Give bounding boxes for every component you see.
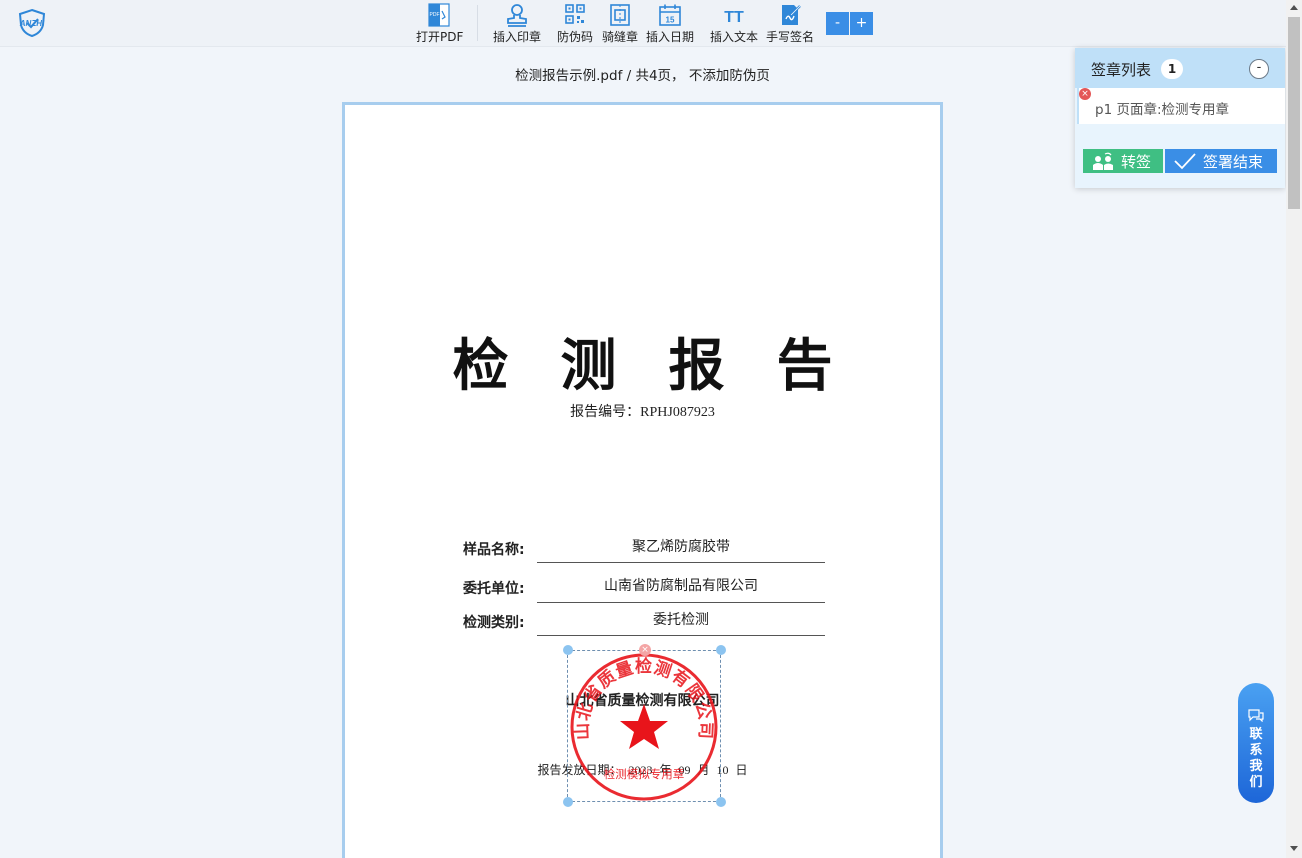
pdf-file-icon: PDF xyxy=(427,3,453,27)
insert-date-button[interactable]: 15 插入日期 xyxy=(646,3,694,45)
seam-seal-icon xyxy=(607,3,633,27)
panel-collapse-button[interactable]: - xyxy=(1249,59,1269,79)
sample-name-label: 样品名称: xyxy=(463,542,525,558)
anzhi-logo: ANZHI xyxy=(12,8,52,38)
insert-text-label: 插入文本 xyxy=(710,30,759,44)
stamp-icon xyxy=(504,3,530,27)
toolbar-divider xyxy=(477,5,478,41)
stamp-delete-button[interactable]: × xyxy=(639,644,651,656)
signature-panel-title: 签章列表 xyxy=(1091,61,1152,79)
insert-seal-label: 插入印章 xyxy=(493,30,542,44)
toolbar: ANZHI PDF 打开PDF 插入印章 防伪码 骑缝章 15 插入日期 TT … xyxy=(0,0,1286,47)
open-pdf-label: 打开PDF xyxy=(416,30,464,44)
anti-fake-code-button[interactable]: 防伪码 xyxy=(557,3,593,45)
finish-sign-button[interactable]: 签署结束 xyxy=(1165,149,1277,173)
signature-count-badge: 1 xyxy=(1161,59,1183,79)
zoom-in-button[interactable]: + xyxy=(850,12,873,35)
resize-handle-bottom-left[interactable] xyxy=(563,797,573,807)
field-row-client: 委托单位: 山南省防腐制品有限公司 xyxy=(463,572,825,603)
client-label: 委托单位: xyxy=(463,581,525,597)
svg-text:15: 15 xyxy=(666,16,675,25)
client-value: 山南省防腐制品有限公司 xyxy=(537,572,825,603)
field-row-test-type: 检测类别: 委托检测 xyxy=(463,606,825,636)
handwritten-signature-button[interactable]: 手写签名 xyxy=(766,3,814,45)
seam-seal-button[interactable]: 骑缝章 xyxy=(602,3,638,45)
report-number: 报告编号：RPHJ087923 xyxy=(570,405,715,420)
document-title: 检测报告 xyxy=(452,333,885,399)
insert-seal-button[interactable]: 插入印章 xyxy=(493,3,541,45)
svg-text:ANZHI: ANZHI xyxy=(19,19,45,28)
insert-text-button[interactable]: TT 插入文本 xyxy=(710,3,758,45)
transfer-sign-button[interactable]: 转签 xyxy=(1083,149,1163,173)
checkmark-icon xyxy=(1174,153,1196,170)
scroll-up-arrow-icon[interactable] xyxy=(1290,5,1298,10)
signature-list-item[interactable]: p1 页面章:检测专用章 xyxy=(1077,88,1285,124)
scroll-down-arrow-icon[interactable] xyxy=(1290,846,1298,851)
sample-name-value: 聚乙烯防腐胶带 xyxy=(537,533,825,563)
pen-signature-icon xyxy=(777,3,803,27)
contact-us-button[interactable]: 联系我们 xyxy=(1238,683,1274,803)
finish-sign-label: 签署结束 xyxy=(1203,152,1264,171)
resize-handle-bottom-right[interactable] xyxy=(716,797,726,807)
transfer-users-icon xyxy=(1093,152,1113,170)
resize-handle-top-left[interactable] xyxy=(563,645,573,655)
transfer-sign-label: 转签 xyxy=(1121,152,1152,171)
stamp-selection-box[interactable] xyxy=(567,650,721,802)
handwritten-signature-label: 手写签名 xyxy=(766,30,815,44)
chat-icon xyxy=(1248,709,1264,722)
insert-date-label: 插入日期 xyxy=(646,30,695,44)
svg-text:PDF: PDF xyxy=(429,12,439,18)
signature-panel-header: 签章列表 1 - xyxy=(1075,48,1285,88)
calendar-icon: 15 xyxy=(657,3,683,27)
signature-item-delete-icon[interactable]: × xyxy=(1079,88,1091,100)
signature-item-label: p1 页面章:检测专用章 xyxy=(1095,102,1229,118)
scrollbar-thumb[interactable] xyxy=(1288,17,1300,209)
zoom-out-button[interactable]: - xyxy=(826,12,849,35)
field-row-sample-name: 样品名称: 聚乙烯防腐胶带 xyxy=(463,533,825,563)
test-type-value: 委托检测 xyxy=(537,606,825,636)
qr-code-icon xyxy=(562,3,588,27)
vertical-scrollbar[interactable] xyxy=(1286,0,1302,858)
svg-text:TT: TT xyxy=(724,9,744,26)
open-pdf-button[interactable]: PDF 打开PDF xyxy=(416,3,463,45)
text-icon: TT xyxy=(721,3,747,27)
test-type-label: 检测类别: xyxy=(463,615,525,631)
anti-fake-code-label: 防伪码 xyxy=(557,30,594,44)
signature-list-panel: 签章列表 1 - p1 页面章:检测专用章 × 转签 签署结束 xyxy=(1075,48,1285,188)
contact-us-label: 联系我们 xyxy=(1249,727,1263,790)
seam-seal-label: 骑缝章 xyxy=(602,30,639,44)
resize-handle-top-right[interactable] xyxy=(716,645,726,655)
